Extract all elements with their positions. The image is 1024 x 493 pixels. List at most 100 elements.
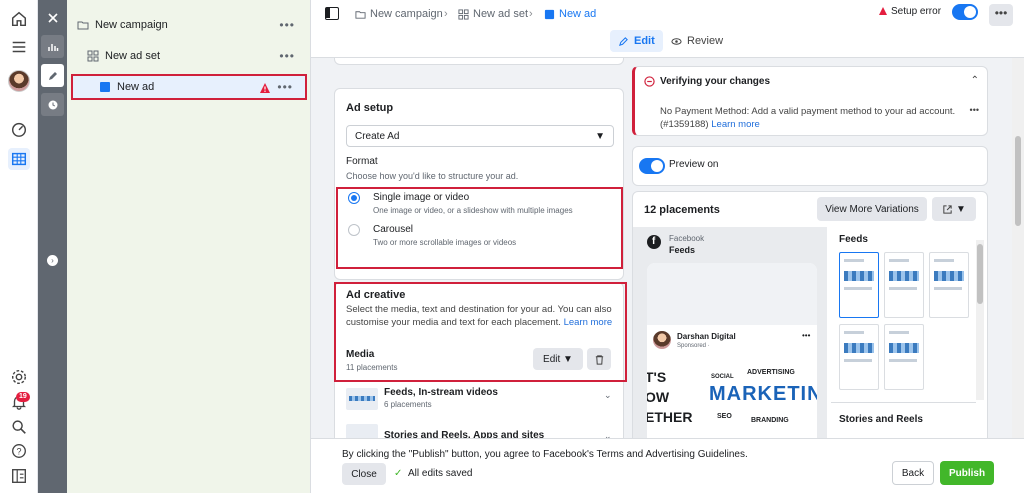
home-icon[interactable]	[8, 8, 30, 30]
terms-text: By clicking the "Publish" button, you ag…	[342, 449, 748, 460]
phone-mockup: Darshan Digital Sponsored · ••• T'S OW E…	[647, 263, 817, 438]
editor-header: New campaign › New ad set › New ad Edit …	[311, 0, 1024, 58]
check-icon: ✓	[394, 468, 403, 479]
settings-icon[interactable]	[8, 366, 30, 388]
placement-name[interactable]: Stories and Reels, Apps and sites	[384, 430, 544, 438]
media-label: Media	[346, 349, 375, 360]
setup-error-label[interactable]: Setup error	[891, 6, 941, 17]
option-label[interactable]: Single image or video	[373, 192, 469, 203]
tree-item-ad[interactable]: New ad •••	[71, 74, 307, 100]
breadcrumb-campaign[interactable]: New campaign	[355, 8, 443, 20]
avatar[interactable]	[8, 70, 30, 92]
expand-icon[interactable]: ›	[47, 255, 58, 266]
placements-title: 12 placements	[644, 204, 720, 216]
chevron-down-icon[interactable]: ⌄	[604, 431, 612, 438]
media-edit-button[interactable]: Edit ▼	[533, 348, 583, 370]
publish-button[interactable]: Publish	[940, 461, 994, 485]
close-button[interactable]: Close	[342, 463, 386, 485]
create-ad-select[interactable]: Create Ad ▼	[346, 125, 614, 147]
placement-count: 6 placements	[384, 400, 432, 409]
menu-icon[interactable]	[8, 36, 30, 58]
error-circle-icon	[644, 76, 655, 87]
help-icon[interactable]: ?	[8, 440, 30, 462]
svg-text:?: ?	[16, 447, 21, 457]
dashboard-icon[interactable]	[8, 118, 30, 140]
panel-icon[interactable]	[8, 465, 30, 487]
placement-thumb[interactable]	[929, 252, 969, 318]
clock-icon[interactable]	[41, 93, 64, 116]
preview-toggle[interactable]	[639, 158, 665, 174]
page-name: Darshan Digital	[677, 332, 736, 341]
pencil-icon[interactable]	[41, 64, 64, 87]
scrollbar-thumb[interactable]	[1015, 136, 1021, 226]
more-icon[interactable]: •••	[279, 49, 295, 63]
grid-icon	[87, 50, 99, 62]
learn-more-link[interactable]: Learn more	[711, 119, 760, 130]
tree-item-campaign[interactable]: New campaign •••	[67, 12, 311, 38]
placement-thumbnail	[346, 388, 378, 410]
eye-icon	[671, 37, 682, 45]
option-label[interactable]: Carousel	[373, 224, 413, 235]
error-triangle-icon	[879, 7, 887, 15]
campaign-toggle[interactable]	[952, 4, 978, 20]
bar-chart-icon[interactable]	[41, 35, 64, 58]
tree-item-adset[interactable]: New ad set •••	[67, 43, 311, 69]
feeds-heading: Feeds	[839, 234, 868, 245]
verify-card: Verifying your changes ⌃ No Payment Meth…	[632, 66, 988, 136]
format-hint: Choose how you'd like to structure your …	[346, 171, 519, 181]
search-icon[interactable]	[8, 416, 30, 438]
breadcrumb-separator: ›	[529, 8, 533, 20]
placement-thumb[interactable]	[839, 252, 879, 318]
terms-link[interactable]: Terms and Advertising Guidelines	[597, 449, 745, 460]
placement-name[interactable]: Feeds, In-stream videos	[384, 387, 498, 398]
ad-setup-title: Ad setup	[346, 102, 394, 114]
sidebar-toggle-icon[interactable]	[325, 7, 339, 20]
caret-down-icon: ▼	[595, 130, 605, 142]
open-preview-button[interactable]: ▼	[932, 197, 976, 221]
tree-item-label: New ad	[117, 81, 155, 93]
breadcrumb-adset[interactable]: New ad set	[458, 8, 528, 20]
feed-label: Feeds	[669, 245, 696, 255]
notification-badge: 19	[16, 392, 30, 402]
placement-thumb[interactable]	[884, 324, 924, 390]
folder-icon	[77, 19, 89, 31]
tree-item-label: New ad set	[105, 50, 161, 62]
ad-creative-image: T'S OW ETHER SOCIAL ADVERTISING MARKETIN…	[647, 359, 817, 438]
placement-thumb[interactable]	[839, 324, 879, 390]
preview-card: 12 placements View More Variations ▼ f F…	[632, 191, 988, 438]
format-label: Format	[346, 156, 378, 167]
app-rail: 19 ?	[0, 0, 38, 493]
post-more-icon[interactable]: •••	[802, 331, 810, 340]
back-button[interactable]: Back	[892, 461, 934, 485]
more-icon[interactable]: •••	[279, 18, 295, 32]
chevron-down-icon[interactable]: ⌄	[604, 390, 612, 401]
stories-heading: Stories and Reels	[839, 414, 923, 425]
media-count: 11 placements	[346, 363, 398, 372]
single-image-radio[interactable]	[348, 192, 360, 204]
page-scrollbar[interactable]	[1012, 58, 1024, 438]
external-link-icon	[943, 204, 952, 214]
header-more-button[interactable]: •••	[989, 4, 1013, 26]
close-icon[interactable]	[41, 6, 64, 29]
tree-item-label: New campaign	[95, 19, 168, 31]
breadcrumb-ad[interactable]: New ad	[544, 8, 596, 20]
table-icon[interactable]	[8, 148, 30, 170]
chevron-up-icon[interactable]: ⌃	[971, 75, 979, 86]
view-variations-button[interactable]: View More Variations	[817, 197, 927, 221]
option-desc: One image or video, or a slideshow with …	[373, 206, 573, 215]
edit-mode-button[interactable]: Edit	[610, 30, 663, 52]
review-mode-button[interactable]: Review	[663, 30, 731, 52]
sponsored-label: Sponsored ·	[677, 343, 710, 349]
more-icon[interactable]: •••	[277, 80, 293, 94]
learn-more-link[interactable]: Learn more	[564, 317, 613, 328]
placement-thumbnail	[346, 424, 378, 438]
ad-creative-title: Ad creative	[346, 289, 406, 301]
trash-icon[interactable]	[587, 348, 611, 370]
placement-thumb[interactable]	[884, 252, 924, 318]
verify-more-icon[interactable]: •••	[970, 105, 979, 115]
carousel-radio[interactable]	[348, 224, 360, 236]
verify-title: Verifying your changes	[660, 76, 771, 87]
thumbs-scrollbar[interactable]	[976, 240, 984, 400]
campaign-tree: New campaign ••• New ad set ••• New ad •…	[67, 0, 311, 493]
verify-message: No Payment Method: Add a valid payment m…	[660, 106, 956, 130]
